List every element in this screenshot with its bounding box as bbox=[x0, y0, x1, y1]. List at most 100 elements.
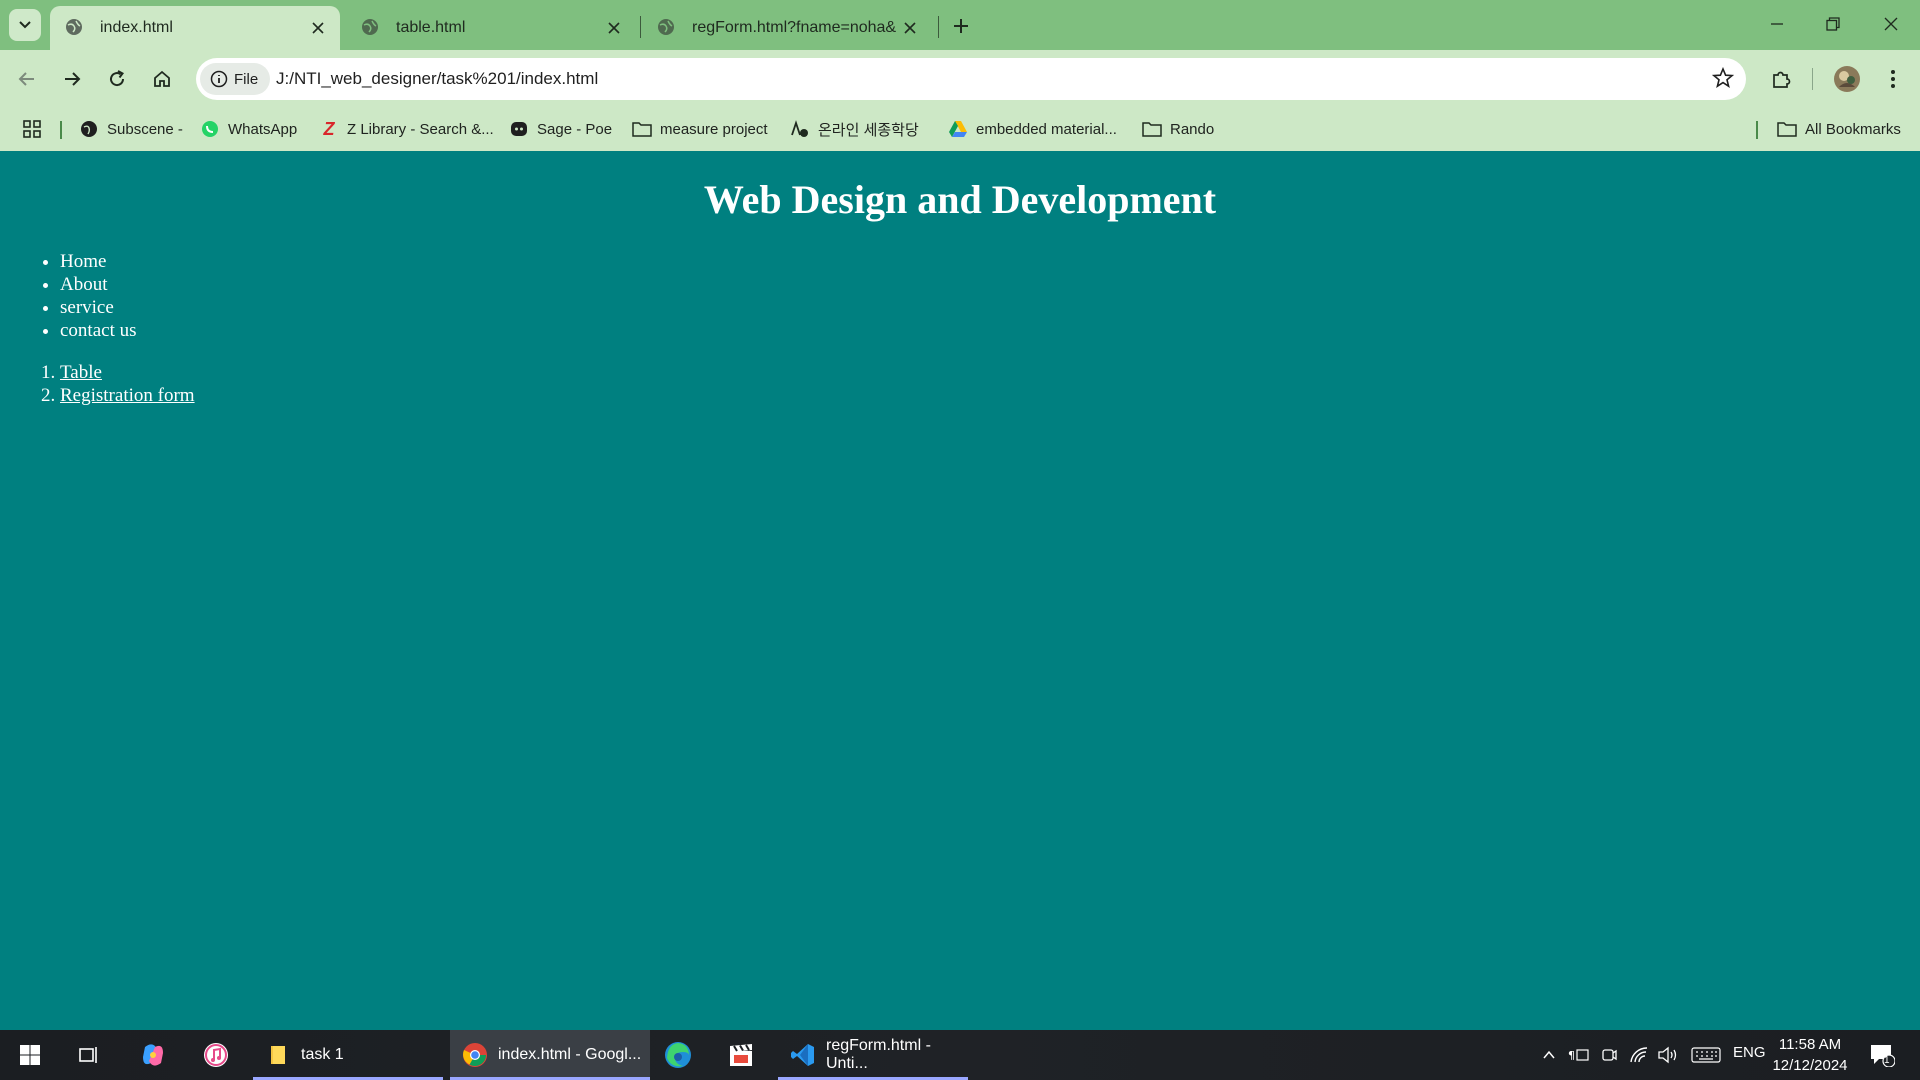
whatsapp-icon bbox=[200, 119, 220, 139]
copilot-icon bbox=[143, 1044, 163, 1066]
page-content: Web Design and Development Home About se… bbox=[0, 151, 1920, 1030]
start-button[interactable] bbox=[14, 1039, 46, 1071]
volume-icon[interactable] bbox=[1657, 1044, 1679, 1066]
bookmarks-divider bbox=[1756, 121, 1758, 139]
all-bookmarks-label: All Bookmarks bbox=[1805, 120, 1901, 138]
nav-item-service: service bbox=[60, 296, 137, 319]
tab-search-button[interactable] bbox=[9, 9, 41, 41]
minimize-button[interactable] bbox=[1754, 8, 1800, 40]
bookmark-zlibrary[interactable]: Z Z Library - Search &... bbox=[319, 117, 494, 141]
bookmark-label: Sage - Poe bbox=[537, 120, 613, 138]
tab-regform[interactable]: regForm.html?fname=noha&ln bbox=[642, 6, 932, 50]
browser-toolbar: File J:/NTI_web_designer/task%201/index.… bbox=[0, 50, 1920, 108]
notification-badge: 1 bbox=[1884, 1055, 1890, 1066]
apps-grid-icon bbox=[22, 119, 42, 139]
bookmark-poe[interactable]: Sage - Poe bbox=[509, 117, 612, 141]
vscode-icon bbox=[790, 1042, 816, 1068]
table-link[interactable]: Table bbox=[60, 362, 102, 383]
nav-item-home: Home bbox=[60, 250, 137, 273]
site-info-chip[interactable]: File bbox=[200, 63, 271, 95]
links-list-item: Table bbox=[60, 361, 195, 384]
tab-table[interactable]: table.html bbox=[346, 6, 636, 50]
tab-index[interactable]: index.html bbox=[50, 6, 340, 50]
registration-form-link[interactable]: Registration form bbox=[60, 385, 195, 406]
poe-icon bbox=[509, 119, 529, 139]
chrome-icon bbox=[462, 1042, 488, 1068]
close-window-button[interactable] bbox=[1868, 8, 1914, 40]
bookmark-measure-project[interactable]: measure project bbox=[632, 117, 768, 141]
nav-item-contact: contact us bbox=[60, 319, 137, 342]
bookmark-label: Rando bbox=[1170, 120, 1215, 138]
site-info-label: File bbox=[234, 70, 259, 88]
chevron-up-icon[interactable] bbox=[1538, 1044, 1560, 1066]
page-heading: Web Design and Development bbox=[703, 177, 1217, 222]
bookmark-subscene[interactable]: Subscene - bbox=[79, 117, 183, 141]
bookmarks-bar: Subscene - WhatsApp Z Z Library - Search… bbox=[0, 108, 1920, 151]
more-vert-icon bbox=[1891, 70, 1895, 88]
bookmark-embedded-material[interactable]: embedded material... bbox=[948, 117, 1117, 141]
close-icon[interactable] bbox=[304, 14, 332, 42]
taskbar-app-vscode[interactable]: regForm.html - Unti... bbox=[778, 1030, 968, 1080]
menu-button[interactable] bbox=[1877, 63, 1909, 95]
bookmark-whatsapp[interactable]: WhatsApp bbox=[200, 117, 297, 141]
back-button[interactable] bbox=[11, 63, 43, 95]
nav-list: Home About service contact us bbox=[20, 250, 137, 342]
drive-icon bbox=[948, 119, 968, 139]
clapperboard-icon bbox=[730, 1044, 752, 1066]
globe-icon bbox=[360, 17, 382, 39]
bookmark-rando[interactable]: Rando bbox=[1142, 117, 1214, 141]
wifi-icon[interactable] bbox=[1628, 1044, 1650, 1066]
apps-button[interactable] bbox=[22, 117, 50, 141]
zlibrary-icon: Z bbox=[323, 118, 335, 139]
toolbar-divider bbox=[1812, 68, 1813, 90]
bookmark-label: 온라인 세종학당 bbox=[818, 121, 919, 139]
puzzle-icon bbox=[1773, 71, 1791, 88]
close-icon[interactable] bbox=[896, 14, 924, 42]
all-bookmarks-button[interactable]: All Bookmarks bbox=[1777, 117, 1901, 141]
taskbar-app-chrome[interactable]: index.html - Googl... bbox=[450, 1030, 650, 1080]
arrow-right-icon bbox=[65, 72, 81, 86]
meet-now-icon[interactable] bbox=[1598, 1044, 1620, 1066]
bookmark-sejong[interactable]: 온라인 세종학당 bbox=[790, 117, 919, 141]
new-tab-button[interactable] bbox=[945, 10, 977, 42]
clock[interactable]: 11:58 AM 12/12/2024 bbox=[1770, 1034, 1850, 1076]
minimize-icon bbox=[1771, 23, 1783, 25]
bookmark-label: embedded material... bbox=[976, 120, 1117, 138]
notification-icon bbox=[1871, 1045, 1895, 1067]
edge-button[interactable] bbox=[662, 1039, 694, 1071]
music-icon bbox=[204, 1043, 228, 1067]
url-text[interactable]: J:/NTI_web_designer/task%201/index.html bbox=[276, 69, 598, 89]
task-view-button[interactable] bbox=[73, 1039, 105, 1071]
forward-button[interactable] bbox=[56, 63, 88, 95]
keyboard-icon[interactable] bbox=[1690, 1044, 1722, 1066]
sejong-icon bbox=[790, 119, 810, 139]
bookmark-label: Subscene - bbox=[107, 120, 183, 138]
copilot-button[interactable] bbox=[137, 1039, 169, 1071]
language-indicator[interactable]: ENG bbox=[1733, 1044, 1766, 1061]
plus-icon bbox=[954, 19, 968, 33]
taskbar-app-explorer[interactable]: task 1 bbox=[253, 1030, 443, 1080]
address-bar[interactable]: File J:/NTI_web_designer/task%201/index.… bbox=[196, 58, 1746, 100]
globe-icon bbox=[79, 119, 99, 139]
restore-button[interactable] bbox=[1810, 8, 1856, 40]
links-list: Table Registration form bbox=[20, 361, 195, 407]
folder-icon bbox=[632, 119, 652, 139]
close-icon bbox=[1884, 17, 1898, 31]
tab-divider bbox=[640, 16, 641, 38]
close-icon[interactable] bbox=[600, 14, 628, 42]
tab-label: table.html bbox=[396, 19, 466, 36]
extensions-button[interactable] bbox=[1765, 63, 1797, 95]
avatar-icon bbox=[1834, 66, 1860, 92]
notifications-button[interactable]: 1 bbox=[1867, 1044, 1897, 1067]
svg-text:¶: ¶ bbox=[1568, 1049, 1575, 1062]
home-button[interactable] bbox=[146, 63, 178, 95]
tab-divider bbox=[938, 16, 939, 38]
clapper-app-button[interactable] bbox=[725, 1039, 757, 1071]
clock-date: 12/12/2024 bbox=[1772, 1057, 1848, 1074]
reload-button[interactable] bbox=[101, 63, 133, 95]
itunes-button[interactable] bbox=[200, 1039, 232, 1071]
input-method-icon[interactable]: ¶ bbox=[1568, 1044, 1590, 1066]
profile-avatar[interactable] bbox=[1831, 63, 1863, 95]
bookmark-star-icon[interactable] bbox=[1712, 67, 1736, 91]
bookmark-label: Z Library - Search &... bbox=[347, 120, 494, 138]
